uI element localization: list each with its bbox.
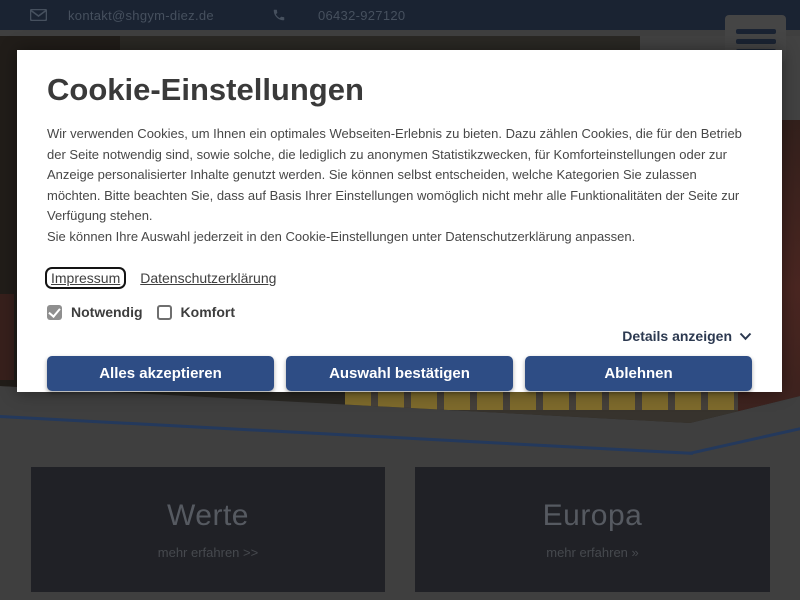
hero-red-detail-left [0, 294, 14, 380]
legal-links-row: Impressum Datenschutzerklärung [47, 269, 752, 287]
checkbox-notwendig[interactable] [47, 305, 62, 320]
tile-more-link[interactable]: mehr erfahren >> [158, 545, 258, 560]
page: Werte mehr erfahren >> Europa mehr erfah… [0, 0, 800, 600]
hero-building-windows [345, 392, 738, 410]
checkbox-komfort-label: Komfort [181, 304, 235, 320]
impressum-link[interactable]: Impressum [47, 269, 124, 287]
hero-diagonal-border-left [0, 415, 693, 455]
datenschutz-link[interactable]: Datenschutzerklärung [140, 270, 276, 286]
hero-diagonal-border-right [689, 426, 800, 455]
hero-building-base [345, 410, 738, 470]
tile-title: Werte [167, 499, 249, 533]
tile-werte[interactable]: Werte mehr erfahren >> [31, 467, 385, 592]
dialog-button-row: Alles akzeptieren Auswahl bestätigen Abl… [47, 356, 752, 391]
phone-icon [272, 8, 286, 22]
details-toggle[interactable]: Details anzeigen [47, 328, 752, 344]
email-icon [30, 9, 47, 21]
checkbox-komfort[interactable] [157, 305, 172, 320]
hamburger-bar [736, 29, 776, 34]
checkbox-notwendig-label: Notwendig [71, 304, 143, 320]
contact-phone-link[interactable]: 06432-927120 [318, 8, 405, 23]
tile-more-link[interactable]: mehr erfahren » [546, 545, 639, 560]
dialog-body-text: Wir verwenden Cookies, um Ihnen ein opti… [47, 124, 752, 227]
dialog-body-text-2: Sie können Ihre Auswahl jederzeit in den… [47, 227, 752, 248]
decline-button[interactable]: Ablehnen [525, 356, 752, 391]
top-contact-bar: kontakt@shgym-diez.de 06432-927120 [0, 0, 800, 30]
confirm-selection-button[interactable]: Auswahl bestätigen [286, 356, 513, 391]
dialog-title: Cookie-Einstellungen [47, 72, 752, 108]
accept-all-button[interactable]: Alles akzeptieren [47, 356, 274, 391]
details-toggle-label: Details anzeigen [622, 328, 732, 344]
cookie-category-row: Notwendig Komfort [47, 304, 752, 320]
hamburger-bar [736, 39, 776, 44]
tile-title: Europa [543, 499, 643, 533]
contact-email-link[interactable]: kontakt@shgym-diez.de [68, 8, 214, 23]
tile-europa[interactable]: Europa mehr erfahren » [415, 467, 770, 592]
chevron-down-icon [739, 332, 752, 341]
cookie-consent-dialog: Cookie-Einstellungen Wir verwenden Cooki… [17, 50, 782, 392]
